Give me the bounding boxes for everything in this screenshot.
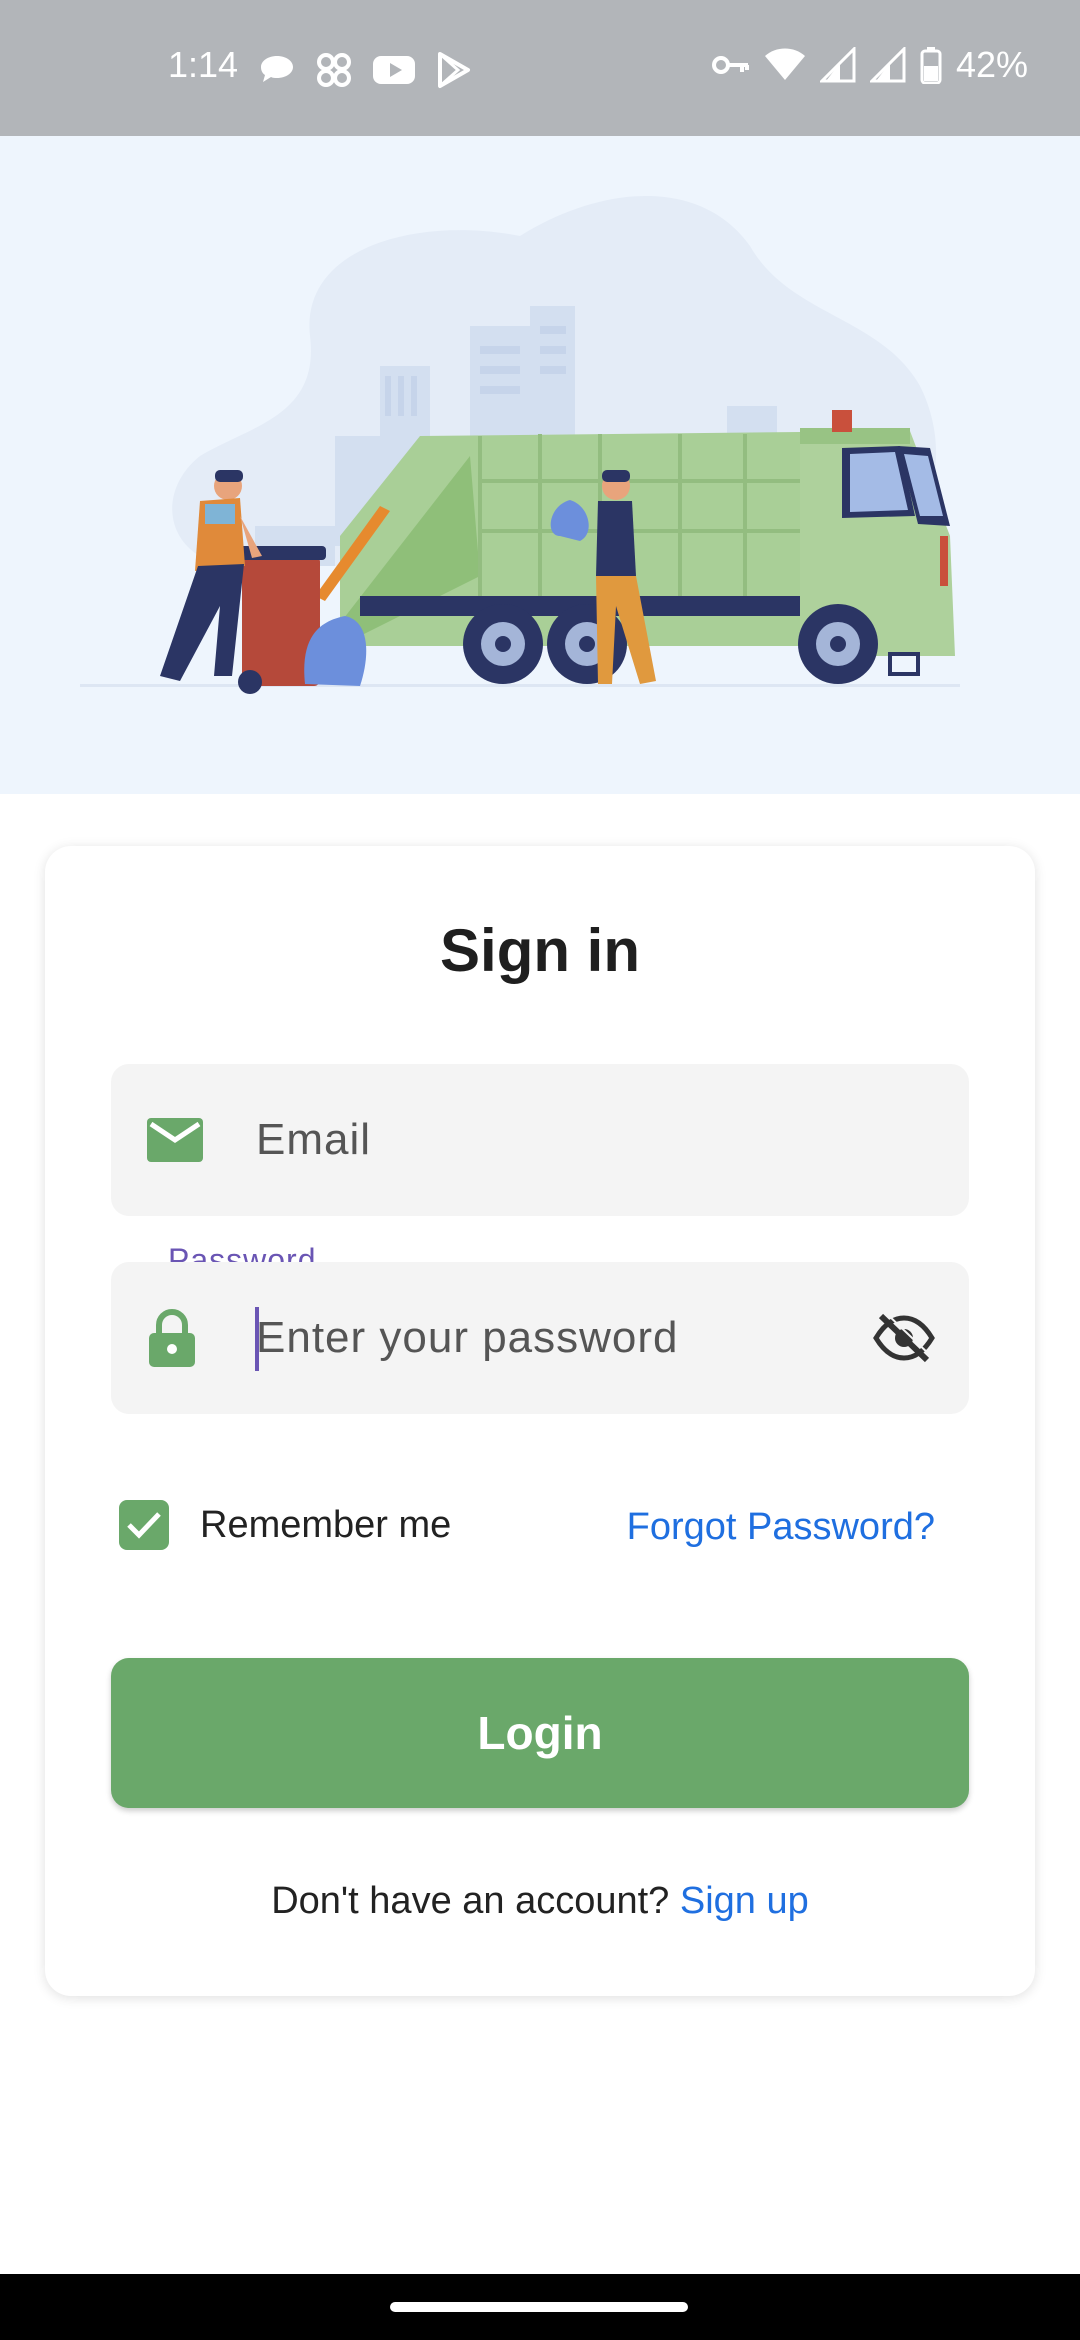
- notification-icons: [258, 50, 472, 90]
- status-time: 1:14: [168, 44, 239, 85]
- check-icon: [127, 1512, 161, 1539]
- page-title: Sign in: [440, 917, 640, 984]
- navigation-bar: [0, 2274, 1080, 2340]
- forgot-password-link[interactable]: Forgot Password?: [627, 1506, 935, 1549]
- battery-percent: 42%: [955, 44, 1028, 85]
- battery-icon: [920, 47, 942, 84]
- home-gesture-handle[interactable]: [390, 2302, 688, 2312]
- password-placeholder: Enter your password: [256, 1313, 679, 1362]
- youtube-icon: [373, 56, 415, 84]
- system-status: 42%: [711, 44, 1028, 86]
- chat-bubble-icon: [261, 56, 293, 82]
- hero-banner: [0, 136, 1080, 794]
- lock-icon: [149, 1309, 195, 1367]
- signal-icon-2: [869, 47, 906, 83]
- password-field[interactable]: Enter your password: [111, 1262, 969, 1414]
- visibility-off-icon[interactable]: [873, 1313, 935, 1363]
- signup-link[interactable]: Sign up: [680, 1880, 809, 1922]
- signup-prompt: Don't have an account?: [271, 1880, 680, 1922]
- signal-icon: [819, 47, 856, 83]
- email-field[interactable]: Email: [111, 1064, 969, 1216]
- vpn-key-icon: [711, 56, 749, 74]
- garbage-truck-illustration: [80, 196, 960, 694]
- status-bar: 1:14 42%: [0, 0, 1080, 136]
- signup-line: Don't have an account? Sign up: [45, 1880, 1035, 1923]
- signin-card: Sign in Email Password Enter your passwo…: [45, 846, 1035, 1996]
- shuffle-app-icon: [317, 53, 351, 87]
- remember-me-checkbox[interactable]: [119, 1500, 169, 1550]
- wifi-icon: [764, 48, 805, 80]
- mail-icon: [147, 1118, 203, 1162]
- login-button[interactable]: Login: [111, 1658, 969, 1808]
- remember-me-label: Remember me: [200, 1503, 452, 1546]
- play-store-icon: [438, 52, 470, 88]
- remember-me[interactable]: Remember me: [119, 1500, 451, 1550]
- email-placeholder: Email: [256, 1115, 372, 1164]
